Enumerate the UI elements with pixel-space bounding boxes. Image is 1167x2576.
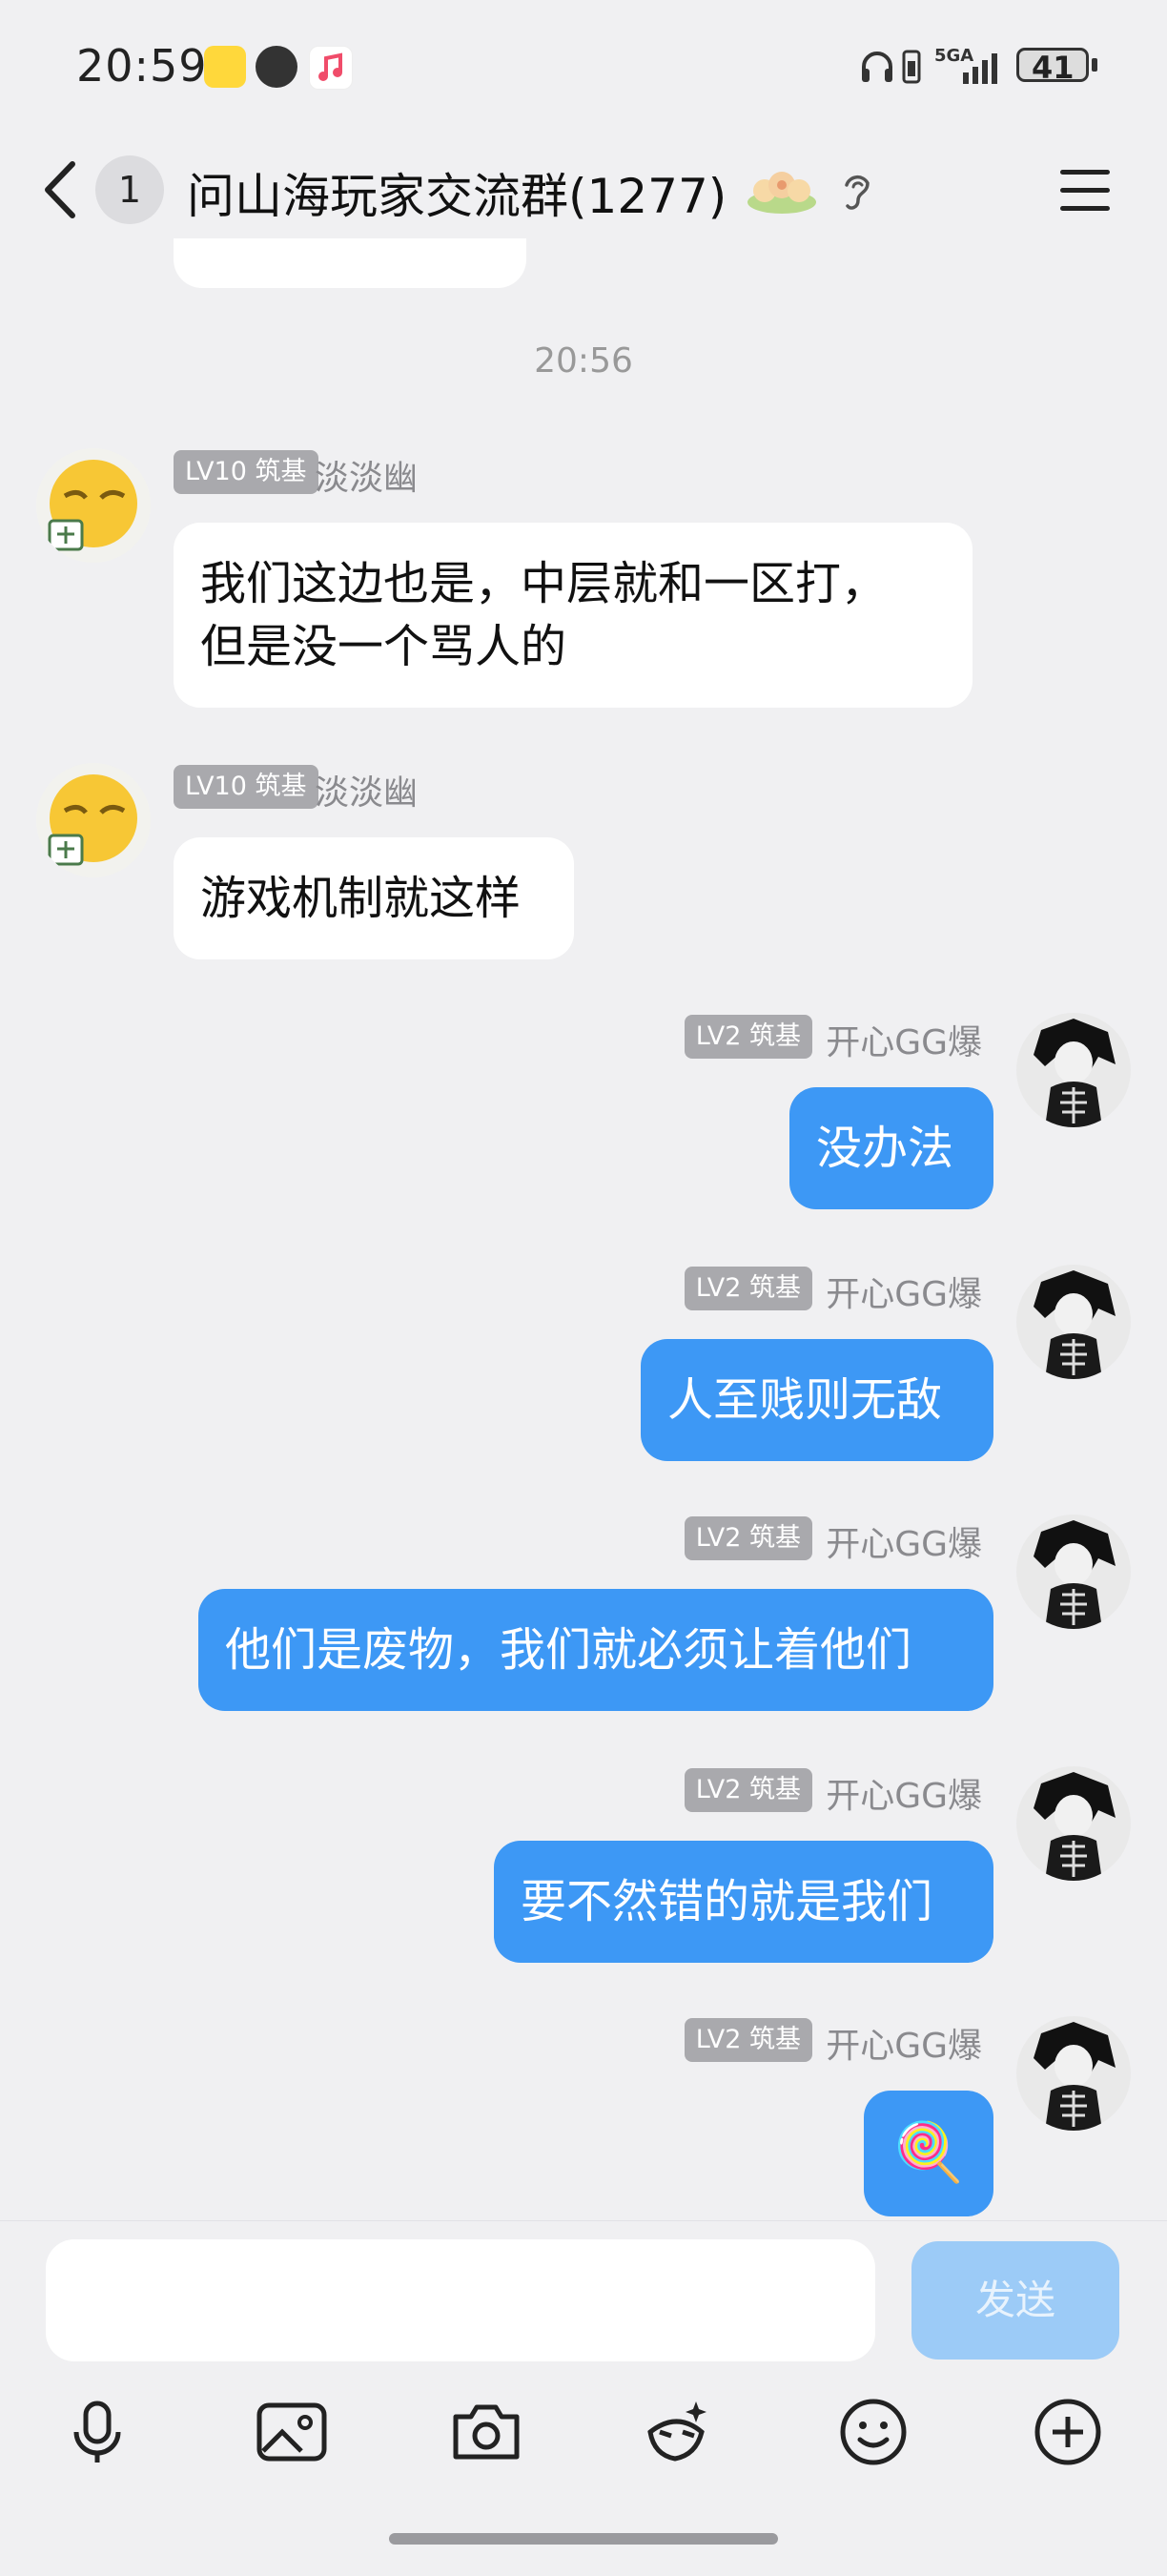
member-level-badge: LV2 筑基 bbox=[684, 2018, 812, 2062]
signal-icon bbox=[961, 48, 1005, 86]
image-icon[interactable] bbox=[254, 2394, 330, 2470]
chat-title[interactable]: 问山海玩家交流群(1277) bbox=[187, 158, 727, 227]
avatar[interactable] bbox=[1016, 1515, 1131, 1629]
message-text-line: 我们这边也是，中层就和一区打， bbox=[200, 557, 888, 610]
sender-name[interactable]: 淡淡幽 bbox=[315, 765, 418, 814]
member-level-badge: LV2 筑基 bbox=[684, 1516, 812, 1560]
sender-name[interactable]: 淡淡幽 bbox=[315, 450, 418, 500]
message-bubble[interactable]: 我们这边也是，中层就和一区打， 但是没一个骂人的 bbox=[174, 523, 972, 708]
member-level-badge: LV10 筑基 bbox=[174, 765, 318, 809]
message-bubble-clipped bbox=[174, 238, 526, 288]
message-input[interactable] bbox=[46, 2239, 875, 2361]
message-text-line: 要不然错的就是我们 bbox=[521, 1875, 933, 1928]
avatar[interactable] bbox=[36, 448, 151, 563]
headphones-icon bbox=[858, 48, 896, 86]
avatar[interactable] bbox=[1016, 2016, 1131, 2131]
message-bubble-sticker[interactable]: 🍭 bbox=[864, 2091, 993, 2216]
message-bubble[interactable]: 他们是废物，我们就必须让着他们 bbox=[198, 1589, 993, 1711]
message-text-line: 没办法 bbox=[816, 1122, 954, 1175]
member-level-badge: LV10 筑基 bbox=[174, 450, 318, 494]
send-button[interactable]: 发送 bbox=[911, 2241, 1119, 2360]
avatar[interactable] bbox=[1016, 1265, 1131, 1379]
message-bubble[interactable]: 要不然错的就是我们 bbox=[494, 1841, 993, 1963]
group-emblem-icon bbox=[744, 164, 820, 217]
emoji-icon[interactable] bbox=[835, 2394, 911, 2470]
sender-name[interactable]: 开心GG爆 bbox=[826, 1015, 982, 1064]
app-notification-icon bbox=[256, 46, 297, 88]
magic-face-icon[interactable] bbox=[639, 2394, 715, 2470]
unread-badge[interactable]: 1 bbox=[95, 155, 164, 224]
message-text-line: 人至贱则无敌 bbox=[667, 1373, 943, 1427]
music-app-icon bbox=[309, 46, 353, 90]
message-text-line: 游戏机制就这样 bbox=[200, 872, 522, 925]
status-time: 20:59 bbox=[76, 40, 208, 92]
message-text-line: 但是没一个骂人的 bbox=[200, 620, 567, 673]
member-level-badge: LV2 筑基 bbox=[684, 1768, 812, 1812]
app-notification-icon bbox=[204, 46, 246, 88]
message-text-line: 他们是废物，我们就必须让着他们 bbox=[225, 1623, 912, 1677]
member-level-badge: LV2 筑基 bbox=[684, 1015, 812, 1059]
avatar[interactable] bbox=[1016, 1766, 1131, 1881]
message-bubble[interactable]: 没办法 bbox=[789, 1087, 993, 1209]
camera-icon[interactable] bbox=[448, 2394, 524, 2470]
message-text-line: 🍭 bbox=[892, 2119, 965, 2186]
avatar[interactable] bbox=[36, 763, 151, 877]
sender-name[interactable]: 开心GG爆 bbox=[826, 1267, 982, 1316]
member-level-badge: LV2 筑基 bbox=[684, 1267, 812, 1310]
vibrate-icon bbox=[900, 48, 923, 86]
microphone-icon[interactable] bbox=[59, 2394, 135, 2470]
message-bubble[interactable]: 游戏机制就这样 bbox=[174, 837, 574, 959]
ear-icon[interactable] bbox=[839, 168, 873, 216]
plus-icon[interactable] bbox=[1030, 2394, 1106, 2470]
avatar[interactable] bbox=[1016, 1013, 1131, 1127]
home-indicator[interactable] bbox=[389, 2533, 778, 2545]
battery-level: 41 bbox=[1032, 50, 1075, 86]
message-timestamp: 20:56 bbox=[534, 341, 633, 381]
sender-name[interactable]: 开心GG爆 bbox=[826, 1516, 982, 1566]
menu-button[interactable] bbox=[1056, 162, 1114, 219]
sender-name[interactable]: 开心GG爆 bbox=[826, 1768, 982, 1818]
back-button[interactable] bbox=[38, 156, 86, 223]
sender-name[interactable]: 开心GG爆 bbox=[826, 2018, 982, 2068]
message-bubble[interactable]: 人至贱则无敌 bbox=[641, 1339, 993, 1461]
